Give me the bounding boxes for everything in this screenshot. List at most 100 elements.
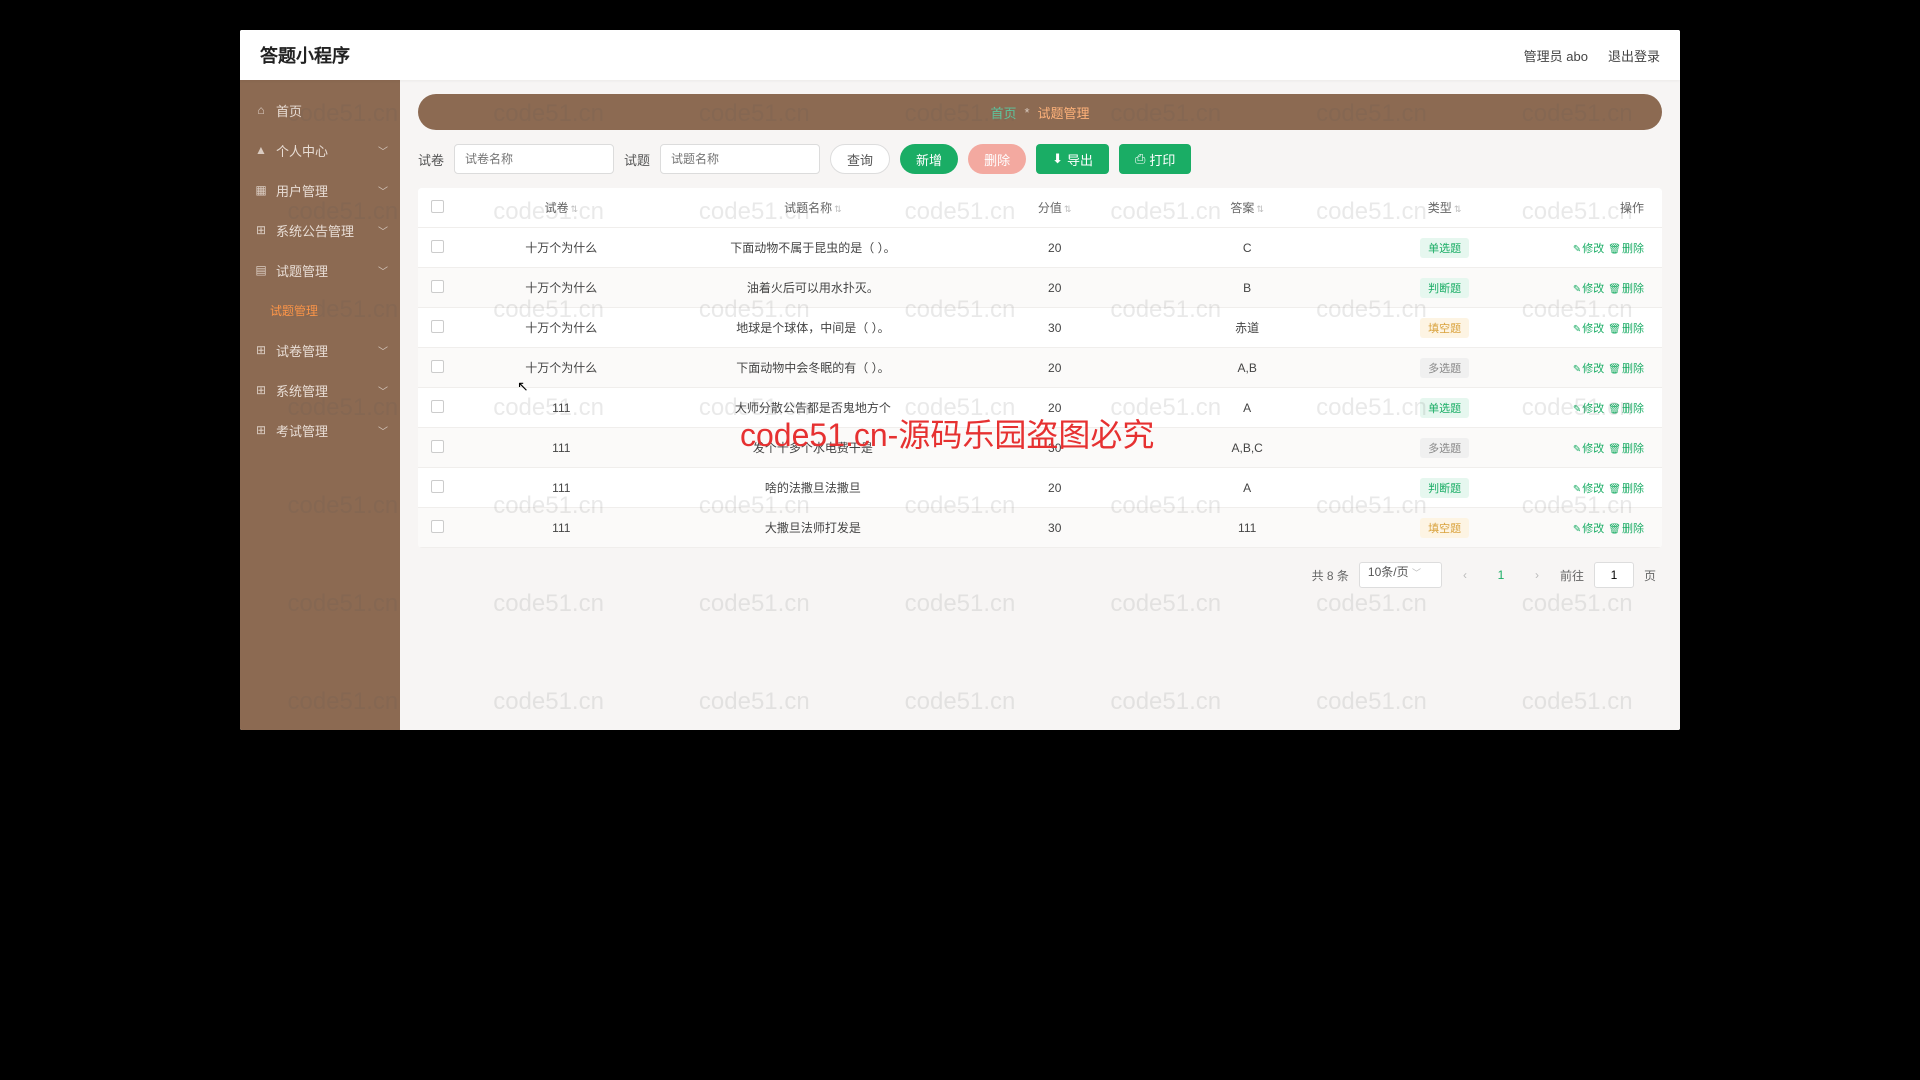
edit-icon: ✎ xyxy=(1573,324,1581,335)
sidebar: ⌂ 首页 ▲ 个人中心 ﹀ ▦ 用户管理 ﹀ ⊞ 系统公告管理 ﹀ xyxy=(240,80,400,730)
sidebar-item-exam-mgmt[interactable]: ⊞ 考试管理 ﹀ xyxy=(240,410,400,450)
sidebar-item-personal[interactable]: ▲ 个人中心 ﹀ xyxy=(240,130,400,170)
cell-paper: 111 xyxy=(458,401,665,415)
row-checkbox[interactable] xyxy=(431,520,444,533)
trash-icon: 🗑 xyxy=(1608,484,1621,495)
cell-qname: 下面动物中会冬眠的有（ ）。 xyxy=(665,359,961,376)
cell-ops: ✎修改 🗑删除 xyxy=(1543,320,1662,336)
delete-link[interactable]: 🗑删除 xyxy=(1608,323,1644,335)
search-button[interactable]: 查询 xyxy=(830,144,890,174)
sidebar-item-system-mgmt[interactable]: ⊞ 系统管理 ﹀ xyxy=(240,370,400,410)
sidebar-item-notice-mgmt[interactable]: ⊞ 系统公告管理 ﹀ xyxy=(240,210,400,250)
next-page-button[interactable]: › xyxy=(1524,562,1550,588)
edit-link[interactable]: ✎修改 xyxy=(1573,443,1604,455)
trash-icon: 🗑 xyxy=(1608,244,1621,255)
sidebar-item-question-mgmt-sub[interactable]: 试题管理 xyxy=(240,290,400,330)
sidebar-item-home[interactable]: ⌂ 首页 xyxy=(240,90,400,130)
th-paper[interactable]: 试卷⇅ xyxy=(458,199,665,216)
cell-paper: 十万个为什么 xyxy=(458,279,665,296)
delete-link[interactable]: 🗑删除 xyxy=(1608,283,1644,295)
edit-link[interactable]: ✎修改 xyxy=(1573,483,1604,495)
cell-type: 填空题 xyxy=(1346,318,1543,338)
edit-link[interactable]: ✎修改 xyxy=(1573,283,1604,295)
chevron-down-icon: ﹀ xyxy=(378,143,388,158)
edit-link[interactable]: ✎修改 xyxy=(1573,403,1604,415)
download-icon: ⬇ xyxy=(1052,151,1063,167)
breadcrumb-home[interactable]: 首页 xyxy=(990,103,1016,122)
prev-page-button[interactable]: ‹ xyxy=(1452,562,1478,588)
per-page-select[interactable]: 10条/页 ﹀ xyxy=(1359,562,1442,588)
cell-answer: 赤道 xyxy=(1148,319,1345,336)
edit-icon: ✎ xyxy=(1573,484,1581,495)
trash-icon: 🗑 xyxy=(1608,444,1621,455)
document-icon: ▤ xyxy=(254,263,268,277)
sidebar-item-question-mgmt[interactable]: ▤ 试题管理 ﹀ xyxy=(240,250,400,290)
th-score[interactable]: 分值⇅ xyxy=(961,199,1149,216)
cell-qname: 啥的法撒旦法撒旦 xyxy=(665,479,961,496)
cell-score: 30 xyxy=(961,521,1149,535)
delete-link[interactable]: 🗑删除 xyxy=(1608,243,1644,255)
type-tag: 判断题 xyxy=(1420,278,1469,298)
cell-ops: ✎修改 🗑删除 xyxy=(1543,280,1662,296)
delete-button[interactable]: 删除 xyxy=(968,144,1026,174)
row-checkbox[interactable] xyxy=(431,440,444,453)
chevron-down-icon: ﹀ xyxy=(378,423,388,438)
sidebar-item-label: 试题管理 xyxy=(270,302,318,319)
sidebar-item-paper-mgmt[interactable]: ⊞ 试卷管理 ﹀ xyxy=(240,330,400,370)
home-icon: ⌂ xyxy=(254,103,268,117)
filter-paper-label: 试卷 xyxy=(418,150,444,169)
th-qname[interactable]: 试题名称⇅ xyxy=(665,199,961,216)
sidebar-item-label: 试卷管理 xyxy=(276,341,328,360)
topbar: 答题小程序 管理员 abo 退出登录 xyxy=(240,30,1680,80)
sidebar-item-user-mgmt[interactable]: ▦ 用户管理 ﹀ xyxy=(240,170,400,210)
cell-ops: ✎修改 🗑删除 xyxy=(1543,440,1662,456)
row-checkbox[interactable] xyxy=(431,240,444,253)
edit-link[interactable]: ✎修改 xyxy=(1573,523,1604,535)
goto-page-input[interactable] xyxy=(1594,562,1634,588)
edit-link[interactable]: ✎修改 xyxy=(1573,243,1604,255)
logout-link[interactable]: 退出登录 xyxy=(1608,46,1660,65)
table-row: 十万个为什么油着火后可以用水扑灭。20B判断题✎修改🗑删除 xyxy=(418,268,1662,308)
row-checkbox[interactable] xyxy=(431,400,444,413)
edit-icon: ✎ xyxy=(1573,284,1581,295)
trash-icon: 🗑 xyxy=(1608,364,1621,375)
delete-link[interactable]: 🗑删除 xyxy=(1608,523,1644,535)
row-checkbox[interactable] xyxy=(431,280,444,293)
th-answer[interactable]: 答案⇅ xyxy=(1148,199,1345,216)
export-button[interactable]: ⬇导出 xyxy=(1036,144,1109,174)
chevron-down-icon: ﹀ xyxy=(378,263,388,278)
row-checkbox[interactable] xyxy=(431,360,444,373)
filter-question-label: 试题 xyxy=(624,150,650,169)
pager-total: 共 8 条 xyxy=(1312,567,1349,584)
mouse-cursor: ↖ xyxy=(517,378,529,395)
data-table: 试卷⇅ 试题名称⇅ 分值⇅ 答案⇅ 类型⇅ 操作 十万个为什么下面动物不属于昆虫… xyxy=(418,188,1662,548)
delete-link[interactable]: 🗑删除 xyxy=(1608,443,1644,455)
cell-answer: A xyxy=(1148,401,1345,415)
filter-paper-input[interactable] xyxy=(454,144,614,174)
breadcrumb-current: 试题管理 xyxy=(1038,103,1090,122)
edit-link[interactable]: ✎修改 xyxy=(1573,363,1604,375)
filter-row: 试卷 试题 查询 新增 删除 ⬇导出 ⎙打印 xyxy=(418,144,1662,174)
delete-link[interactable]: 🗑删除 xyxy=(1608,483,1644,495)
admin-label[interactable]: 管理员 abo xyxy=(1524,46,1588,65)
row-checkbox[interactable] xyxy=(431,480,444,493)
cell-score: 20 xyxy=(961,361,1149,375)
delete-link[interactable]: 🗑删除 xyxy=(1608,403,1644,415)
filter-question-input[interactable] xyxy=(660,144,820,174)
table-header: 试卷⇅ 试题名称⇅ 分值⇅ 答案⇅ 类型⇅ 操作 xyxy=(418,188,1662,228)
add-button[interactable]: 新增 xyxy=(900,144,958,174)
cell-qname: 大撒旦法师打发是 xyxy=(665,519,961,536)
type-tag: 多选题 xyxy=(1420,438,1469,458)
edit-link[interactable]: ✎修改 xyxy=(1573,323,1604,335)
cell-type: 填空题 xyxy=(1346,518,1543,538)
cell-type: 判断题 xyxy=(1346,478,1543,498)
delete-link[interactable]: 🗑删除 xyxy=(1608,363,1644,375)
cell-paper: 111 xyxy=(458,481,665,495)
print-button[interactable]: ⎙打印 xyxy=(1119,144,1191,174)
cell-answer: A,B xyxy=(1148,361,1345,375)
cell-ops: ✎修改 🗑删除 xyxy=(1543,520,1662,536)
page-number[interactable]: 1 xyxy=(1488,562,1514,588)
th-type[interactable]: 类型⇅ xyxy=(1346,199,1543,216)
select-all-checkbox[interactable] xyxy=(431,200,444,213)
row-checkbox[interactable] xyxy=(431,320,444,333)
